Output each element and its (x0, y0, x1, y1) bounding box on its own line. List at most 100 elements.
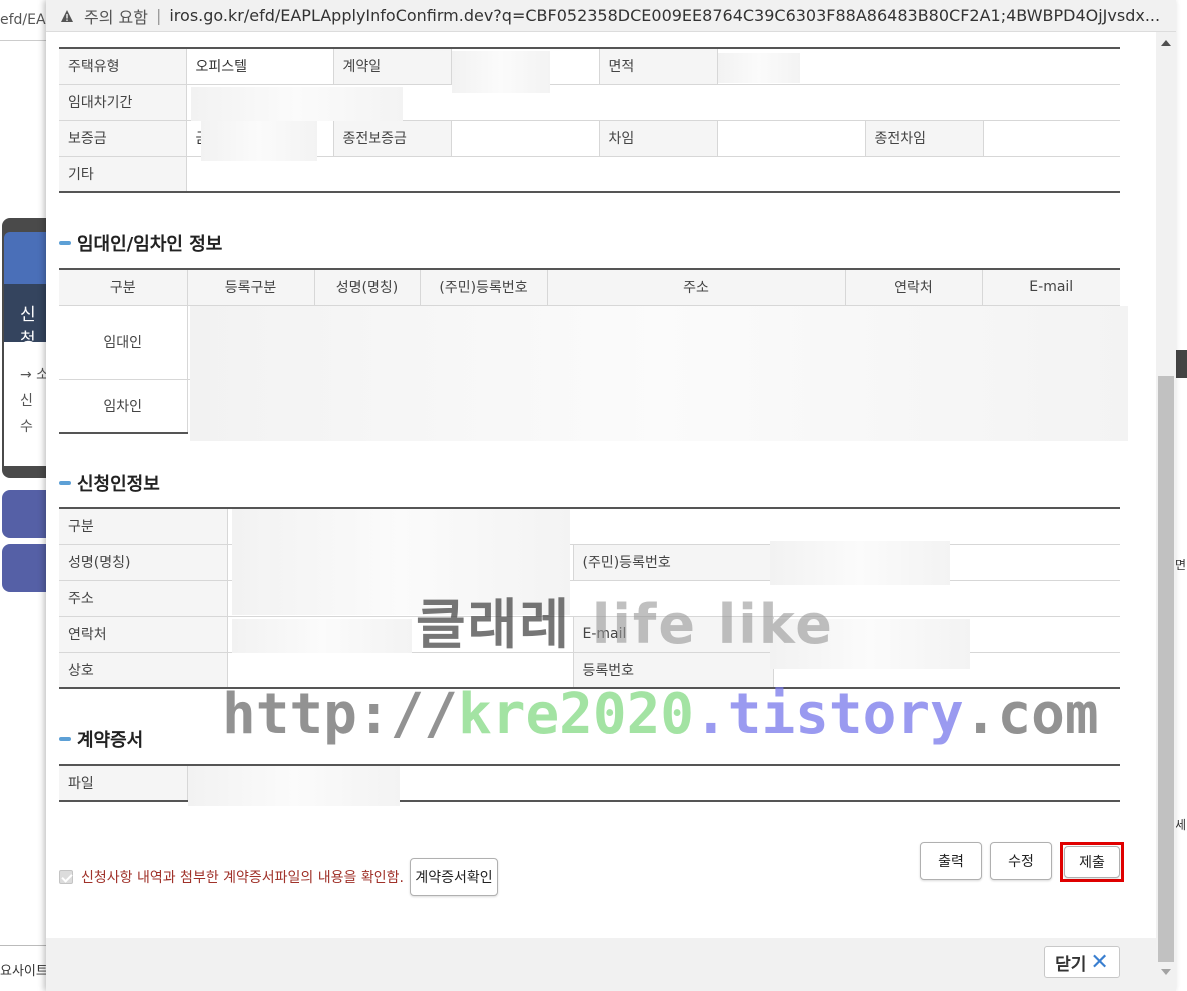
edit-button[interactable]: 수정 (990, 842, 1052, 880)
applicant-address-label: 주소 (59, 579, 228, 617)
background-url-fragment: efd/EA (0, 12, 46, 28)
background-side-header (4, 232, 46, 284)
redacted-block (770, 541, 950, 585)
watermark-brand-english: life like (591, 593, 834, 656)
popup-content: 주택유형 오피스텔 계약일 면적 임대차기간 보증금 금 종전보증금 차임 종전… (46, 32, 1156, 938)
watermark-url-part: http:// (222, 682, 459, 747)
scroll-down-arrow-icon[interactable] (1161, 969, 1171, 975)
close-label: 닫기 (1055, 954, 1087, 975)
area-value (716, 47, 1120, 85)
applicant-company-label: 상호 (59, 651, 228, 689)
action-buttons: 출력 수정 제출 (920, 842, 1124, 882)
security-warning-text: 주의 요함 (84, 7, 148, 27)
submit-highlight: 제출 (1060, 842, 1124, 882)
redacted-block (717, 53, 800, 83)
parties-header-cell: 주소 (546, 268, 846, 306)
parties-title-text: 임대인/임차인 정보 (77, 234, 223, 255)
deposit-value: 금 (185, 119, 334, 161)
redacted-block (232, 619, 412, 653)
vertical-scrollbar[interactable] (1156, 32, 1176, 991)
background-right-text: 면 (1175, 558, 1187, 572)
redacted-block (187, 766, 400, 806)
popup-footer: 닫기 ✕ (46, 938, 1156, 991)
confirm-row: 신청사항 내역과 첨부한 계약증서파일의 내용을 확인함. 계약증서확인 (59, 858, 498, 896)
applicant-section-title: 신청인정보 (59, 470, 160, 496)
prev-rent-label: 종전차임 (864, 119, 984, 157)
address-bar[interactable]: 주의 요함 | iros.go.kr/efd/EAPLApplyInfoConf… (46, 0, 1176, 32)
housing-type-label: 주택유형 (59, 47, 187, 85)
parties-header-cell: 등록구분 (186, 268, 315, 306)
section-bullet (59, 241, 71, 245)
background-bottom-text: 요사이트 (0, 964, 48, 979)
background-side-item: 수 (20, 419, 33, 435)
scroll-up-arrow-icon[interactable] (1161, 40, 1171, 46)
parties-section-title: 임대인/임차인 정보 (59, 230, 222, 256)
rent-label: 차임 (598, 119, 718, 157)
area-label: 면적 (598, 47, 718, 85)
redacted-block (190, 306, 1128, 441)
parties-header-cell: 연락처 (844, 268, 983, 306)
etc-label: 기타 (59, 155, 187, 193)
rent-value (716, 119, 866, 157)
applicant-name-label: 성명(명칭) (59, 543, 228, 581)
party-row-label: 임차인 (59, 378, 188, 434)
section-bullet (59, 481, 71, 485)
close-button[interactable]: 닫기 ✕ (1044, 946, 1120, 978)
section-bullet (59, 737, 71, 741)
background-side-button (2, 490, 46, 538)
parties-header-cell: 성명(명칭) (313, 268, 421, 306)
redacted-block (200, 120, 317, 161)
confirm-text: 신청사항 내역과 첨부한 계약증서파일의 내용을 확인함. (81, 870, 404, 886)
background-divider (0, 40, 46, 41)
lease-period-label: 임대차기간 (59, 83, 187, 121)
contract-doc-title-text: 계약증서 (77, 730, 144, 751)
file-value[interactable] (186, 764, 1120, 806)
url-text[interactable]: iros.go.kr/efd/EAPLApplyInfoConfirm.dev?… (169, 6, 1160, 25)
scroll-thumb[interactable] (1158, 376, 1174, 962)
parties-header-cell: 구분 (59, 268, 188, 306)
contract-confirm-button[interactable]: 계약증서확인 (409, 858, 498, 896)
parties-header-cell: (주민)등록번호 (419, 268, 548, 306)
background-right-block (1175, 350, 1187, 378)
watermark-url-part: .tistory (694, 682, 964, 747)
close-icon: ✕ (1090, 949, 1109, 975)
watermark-brand-korean: 클래레 (416, 593, 572, 656)
file-label: 파일 (59, 764, 188, 802)
confirm-checkbox[interactable] (59, 870, 73, 884)
etc-value (185, 155, 1120, 193)
print-button[interactable]: 출력 (920, 842, 982, 880)
parties-header-cell: E-mail (981, 268, 1120, 306)
lease-period-value (185, 83, 1120, 121)
warning-icon (61, 9, 73, 22)
watermark-url: http://kre2020.tistory.com (222, 682, 1099, 747)
prev-rent-value (982, 119, 1120, 157)
background-right-strip (1175, 0, 1187, 991)
prev-deposit-value (450, 119, 600, 157)
watermark-brand: 클래레 life like (416, 580, 834, 659)
applicant-phone-label: 연락처 (59, 615, 228, 653)
prev-deposit-label: 종전보증금 (332, 119, 452, 157)
applicant-title-text: 신청인정보 (77, 474, 160, 495)
contract-date-value (450, 47, 600, 93)
background-divider (0, 945, 46, 946)
party-row-label: 임대인 (59, 304, 188, 380)
submit-button[interactable]: 제출 (1064, 846, 1120, 878)
separator: | (155, 6, 162, 25)
background-side-menu: → 소 신 수 (4, 342, 46, 466)
contract-date-label: 계약일 (332, 47, 452, 85)
redacted-block (190, 86, 403, 121)
applicant-reg-no-label: (주민)등록번호 (572, 543, 774, 581)
deposit-label: 보증금 (59, 119, 187, 157)
housing-type-value: 오피스텔 (185, 47, 334, 85)
background-side-item: → 소 (20, 367, 46, 383)
contract-doc-section-title: 계약증서 (59, 726, 143, 752)
contract-doc-table: 파일 (59, 764, 1120, 806)
applicant-category-label: 구분 (59, 507, 228, 545)
background-right-text: 세 (1175, 818, 1187, 832)
watermark-url-part: kre2020 (458, 682, 695, 747)
popup-window: 주의 요함 | iros.go.kr/efd/EAPLApplyInfoConf… (46, 0, 1176, 991)
watermark-url-part: .com (963, 682, 1099, 747)
background-side-label: 신청 (4, 284, 46, 342)
background-side-button (2, 544, 46, 592)
contract-info-table: 주택유형 오피스텔 계약일 면적 임대차기간 보증금 금 종전보증금 차임 종전… (59, 47, 1120, 193)
